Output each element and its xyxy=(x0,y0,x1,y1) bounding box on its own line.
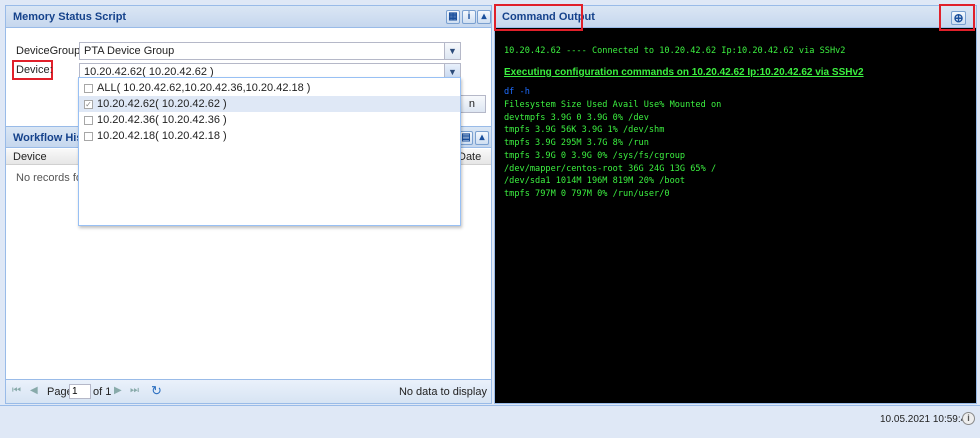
panel-title: Memory Status Script xyxy=(13,11,127,23)
export-icon[interactable]: ▤ xyxy=(459,131,473,145)
page-input[interactable] xyxy=(69,384,91,399)
column-device[interactable]: Device xyxy=(13,149,47,165)
dropdown-item[interactable]: 10.20.42.18( 10.20.42.18 ) xyxy=(79,128,460,144)
console-output-line: /dev/mapper/centos-root 36G 24G 13G 65% … xyxy=(504,163,717,174)
dropdown-item[interactable]: 10.20.42.36( 10.20.42.36 ) xyxy=(79,112,460,128)
expand-icon[interactable]: ⊕ xyxy=(951,11,966,25)
title-highlight xyxy=(494,4,583,31)
status-bar: 10.05.2021 10:59:42 i xyxy=(0,405,980,438)
info-icon[interactable]: i xyxy=(962,412,975,425)
console-executing-line: Executing configuration commands on 10.2… xyxy=(504,67,864,78)
column-date[interactable]: Date xyxy=(458,149,481,165)
first-page-icon[interactable]: ⏮ xyxy=(12,385,21,396)
console-output: 10.20.42.62 ---- Connected to 10.20.42.6… xyxy=(495,29,976,403)
command-output-panel: Command Output ⊕ 10.20.42.62 ---- Connec… xyxy=(494,4,977,404)
console-output-line: devtmpfs 3.9G 0 3.9G 0% /dev xyxy=(504,112,649,123)
run-button-label: n xyxy=(468,98,475,110)
device-group-label: DeviceGroup: xyxy=(16,45,84,57)
prev-page-icon[interactable]: ◀ xyxy=(30,385,38,396)
device-group-select[interactable]: PTA Device Group ▼ xyxy=(79,42,461,60)
dropdown-item-label: 10.20.42.62( 10.20.42.62 ) xyxy=(97,98,227,110)
console-output-line: /dev/sda1 1014M 196M 819M 20% /boot xyxy=(504,176,686,187)
panel-header: Memory Status Script xyxy=(6,6,491,28)
info-icon[interactable]: i xyxy=(462,10,476,24)
console-connected-line: 10.20.42.62 ---- Connected to 10.20.42.6… xyxy=(504,46,846,56)
chevron-down-icon[interactable]: ▼ xyxy=(444,42,461,60)
checkbox[interactable]: ✓ xyxy=(84,99,93,109)
console-output-line: tmpfs 3.9G 295M 3.7G 8% /run xyxy=(504,138,649,149)
status-timestamp: 10.05.2021 10:59:42 xyxy=(880,414,972,425)
device-group-value: PTA Device Group xyxy=(84,45,175,57)
collapse-icon[interactable]: ▴ xyxy=(475,131,489,145)
console-output-line: tmpfs 3.9G 0 3.9G 0% /sys/fs/cgroup xyxy=(504,150,686,161)
console-output-line: tmpfs 797M 0 797M 0% /run/user/0 xyxy=(504,188,670,199)
dropdown-item-label: ALL( 10.20.42.62,10.20.42.36,10.20.42.18… xyxy=(97,82,311,94)
pager: ⏮ ◀ Page of 1 ▶ ⏭ ↻ No data to display xyxy=(6,379,491,403)
page-of-label: of 1 xyxy=(93,386,112,398)
no-data-text: No data to display xyxy=(398,386,487,398)
checkbox[interactable] xyxy=(84,131,93,141)
device-label: Device: xyxy=(16,64,53,76)
console-output-line: Filesystem Size Used Avail Use% Mounted … xyxy=(504,100,722,110)
grid-icon[interactable]: ▦ xyxy=(446,10,460,24)
checkbox[interactable] xyxy=(84,83,93,93)
refresh-icon[interactable]: ↻ xyxy=(151,383,162,399)
dropdown-item[interactable]: ALL( 10.20.42.62,10.20.42.36,10.20.42.18… xyxy=(79,80,460,96)
device-dropdown-list: ALL( 10.20.42.62,10.20.42.36,10.20.42.18… xyxy=(78,77,461,226)
dropdown-item-label: 10.20.42.36( 10.20.42.36 ) xyxy=(97,114,227,126)
collapse-icon[interactable]: ▴ xyxy=(477,10,491,24)
console-output-line: tmpfs 3.9G 56K 3.9G 1% /dev/shm xyxy=(504,125,665,136)
dropdown-item[interactable]: ✓ 10.20.42.62( 10.20.42.62 ) xyxy=(79,96,460,112)
checkbox[interactable] xyxy=(84,115,93,125)
last-page-icon[interactable]: ⏭ xyxy=(130,385,139,396)
dropdown-item-label: 10.20.42.18( 10.20.42.18 ) xyxy=(97,130,227,142)
console-command-line: df -h xyxy=(504,87,530,97)
next-page-icon[interactable]: ▶ xyxy=(114,385,122,396)
